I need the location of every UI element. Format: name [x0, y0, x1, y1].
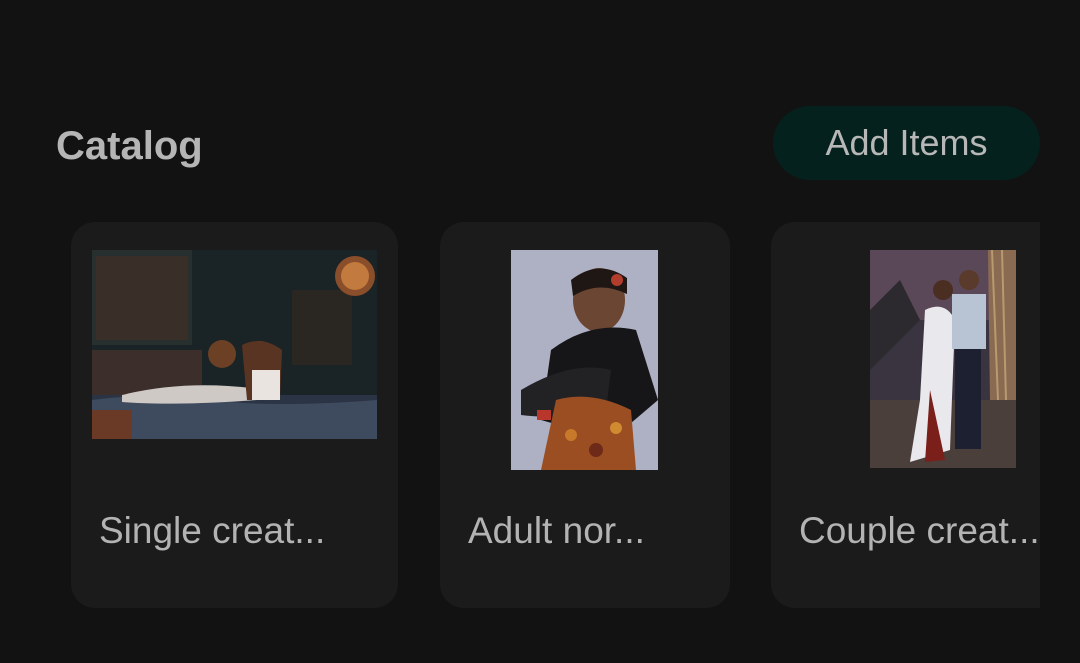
- add-items-button[interactable]: Add Items: [773, 106, 1040, 180]
- catalog-item-image: [870, 250, 1016, 468]
- page-title: Catalog: [56, 124, 203, 168]
- catalog-item-card[interactable]: Couple creat...: [771, 222, 1040, 608]
- catalog-item-card[interactable]: Single creat...: [71, 222, 398, 608]
- catalog-item-label: Single creat...: [99, 510, 326, 551]
- catalog-item-label: Couple creat...: [799, 510, 1040, 551]
- catalog-item-image: [92, 250, 377, 439]
- catalog-item-label: Adult nor...: [468, 510, 645, 551]
- catalog-carousel[interactable]: Single creat... Adult nor... Couple crea…: [0, 222, 1040, 610]
- catalog-item-image: [511, 250, 658, 470]
- catalog-header: Catalog Add Items: [56, 106, 1040, 180]
- catalog-item-card[interactable]: Adult nor...: [440, 222, 730, 608]
